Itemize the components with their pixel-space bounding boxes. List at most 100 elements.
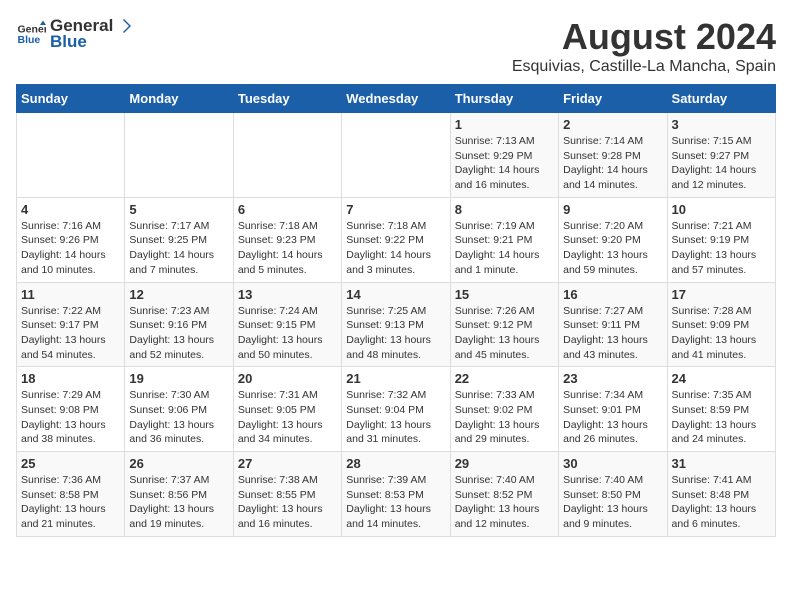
day-number: 13 <box>238 287 337 302</box>
calendar-cell: 8 Sunrise: 7:19 AM Sunset: 9:21 PM Daylig… <box>450 197 558 282</box>
calendar-cell: 1 Sunrise: 7:13 AM Sunset: 9:29 PM Daylig… <box>450 113 558 198</box>
day-number: 2 <box>563 117 662 132</box>
day-info: Sunrise: 7:20 AM Sunset: 9:20 PM Dayligh… <box>563 219 662 278</box>
calendar-week-2: 4Sunrise: 7:16 AM Sunset: 9:26 PM Daylig… <box>17 197 776 282</box>
day-number: 22 <box>455 371 554 386</box>
day-info: Sunrise: 7:33 AM Sunset: 9:02 PM Dayligh… <box>455 388 554 447</box>
day-info: Sunrise: 7:21 AM Sunset: 9:19 PM Dayligh… <box>672 219 771 278</box>
day-number: 12 <box>129 287 228 302</box>
day-number: 3 <box>672 117 771 132</box>
calendar-cell: 26Sunrise: 7:37 AM Sunset: 8:56 PM Dayli… <box>125 452 233 537</box>
calendar-cell: 7Sunrise: 7:18 AM Sunset: 9:22 PM Daylig… <box>342 197 450 282</box>
weekday-header-thursday: Thursday <box>450 85 558 113</box>
day-info: Sunrise: 7:14 AM Sunset: 9:28 PM Dayligh… <box>563 134 662 193</box>
day-info: Sunrise: 7:13 AM Sunset: 9:29 PM Dayligh… <box>455 134 554 193</box>
day-info: Sunrise: 7:29 AM Sunset: 9:08 PM Dayligh… <box>21 388 120 447</box>
day-number: 8 <box>455 202 554 217</box>
day-number: 27 <box>238 456 337 471</box>
calendar-cell: 28 Sunrise: 7:39 AM Sunset: 8:53 PM Dayli… <box>342 452 450 537</box>
day-info: Sunrise: 7:30 AM Sunset: 9:06 PM Dayligh… <box>129 388 228 447</box>
calendar-cell: 25Sunrise: 7:36 AM Sunset: 8:58 PM Dayli… <box>17 452 125 537</box>
calendar-cell: 31 Sunrise: 7:41 AM Sunset: 8:48 PM Dayli… <box>667 452 775 537</box>
calendar-cell: 3Sunrise: 7:15 AM Sunset: 9:27 PM Daylig… <box>667 113 775 198</box>
calendar-cell: 13 Sunrise: 7:24 AM Sunset: 9:15 PM Dayli… <box>233 282 341 367</box>
day-number: 9 <box>563 202 662 217</box>
calendar-cell: 23Sunrise: 7:34 AM Sunset: 9:01 PM Dayli… <box>559 367 667 452</box>
calendar-cell: 14Sunrise: 7:25 AM Sunset: 9:13 PM Dayli… <box>342 282 450 367</box>
day-info: Sunrise: 7:24 AM Sunset: 9:15 PM Dayligh… <box>238 304 337 363</box>
calendar-cell: 27 Sunrise: 7:38 AM Sunset: 8:55 PM Dayli… <box>233 452 341 537</box>
calendar-cell: 24 Sunrise: 7:35 AM Sunset: 8:59 PM Dayli… <box>667 367 775 452</box>
calendar-cell: 30 Sunrise: 7:40 AM Sunset: 8:50 PM Dayli… <box>559 452 667 537</box>
calendar-cell: 2 Sunrise: 7:14 AM Sunset: 9:28 PM Daylig… <box>559 113 667 198</box>
day-number: 10 <box>672 202 771 217</box>
weekday-header-friday: Friday <box>559 85 667 113</box>
calendar-cell <box>342 113 450 198</box>
main-title: August 2024 <box>512 16 776 58</box>
day-number: 18 <box>21 371 120 386</box>
calendar-cell <box>17 113 125 198</box>
weekday-header-wednesday: Wednesday <box>342 85 450 113</box>
day-info: Sunrise: 7:40 AM Sunset: 8:52 PM Dayligh… <box>455 473 554 532</box>
day-info: Sunrise: 7:22 AM Sunset: 9:17 PM Dayligh… <box>21 304 120 363</box>
logo-chevron-icon <box>115 17 133 35</box>
day-info: Sunrise: 7:34 AM Sunset: 9:01 PM Dayligh… <box>563 388 662 447</box>
weekday-header-sunday: Sunday <box>17 85 125 113</box>
day-number: 4 <box>21 202 120 217</box>
day-number: 6 <box>238 202 337 217</box>
day-number: 11 <box>21 287 120 302</box>
day-info: Sunrise: 7:19 AM Sunset: 9:21 PM Dayligh… <box>455 219 554 278</box>
calendar-cell <box>125 113 233 198</box>
day-number: 24 <box>672 371 771 386</box>
day-number: 21 <box>346 371 445 386</box>
subtitle: Esquivias, Castille-La Mancha, Spain <box>512 58 776 76</box>
calendar-cell: 6 Sunrise: 7:18 AM Sunset: 9:23 PM Daylig… <box>233 197 341 282</box>
day-info: Sunrise: 7:23 AM Sunset: 9:16 PM Dayligh… <box>129 304 228 363</box>
day-info: Sunrise: 7:26 AM Sunset: 9:12 PM Dayligh… <box>455 304 554 363</box>
day-number: 28 <box>346 456 445 471</box>
day-number: 25 <box>21 456 120 471</box>
day-info: Sunrise: 7:35 AM Sunset: 8:59 PM Dayligh… <box>672 388 771 447</box>
day-info: Sunrise: 7:41 AM Sunset: 8:48 PM Dayligh… <box>672 473 771 532</box>
calendar-cell: 15 Sunrise: 7:26 AM Sunset: 9:12 PM Dayli… <box>450 282 558 367</box>
weekday-header-tuesday: Tuesday <box>233 85 341 113</box>
day-info: Sunrise: 7:31 AM Sunset: 9:05 PM Dayligh… <box>238 388 337 447</box>
day-number: 15 <box>455 287 554 302</box>
day-number: 20 <box>238 371 337 386</box>
title-section: August 2024 Esquivias, Castille-La Manch… <box>512 16 776 76</box>
day-info: Sunrise: 7:40 AM Sunset: 8:50 PM Dayligh… <box>563 473 662 532</box>
day-number: 30 <box>563 456 662 471</box>
day-info: Sunrise: 7:17 AM Sunset: 9:25 PM Dayligh… <box>129 219 228 278</box>
calendar-week-1: 1 Sunrise: 7:13 AM Sunset: 9:29 PM Daylig… <box>17 113 776 198</box>
day-info: Sunrise: 7:27 AM Sunset: 9:11 PM Dayligh… <box>563 304 662 363</box>
day-info: Sunrise: 7:18 AM Sunset: 9:22 PM Dayligh… <box>346 219 445 278</box>
logo: General Blue General Blue <box>16 16 133 52</box>
weekday-header-monday: Monday <box>125 85 233 113</box>
calendar-cell: 5 Sunrise: 7:17 AM Sunset: 9:25 PM Daylig… <box>125 197 233 282</box>
calendar-week-5: 25Sunrise: 7:36 AM Sunset: 8:58 PM Dayli… <box>17 452 776 537</box>
day-info: Sunrise: 7:28 AM Sunset: 9:09 PM Dayligh… <box>672 304 771 363</box>
day-number: 29 <box>455 456 554 471</box>
calendar-cell: 21Sunrise: 7:32 AM Sunset: 9:04 PM Dayli… <box>342 367 450 452</box>
calendar-cell: 20 Sunrise: 7:31 AM Sunset: 9:05 PM Dayli… <box>233 367 341 452</box>
weekday-header-saturday: Saturday <box>667 85 775 113</box>
day-number: 26 <box>129 456 228 471</box>
calendar-cell: 9 Sunrise: 7:20 AM Sunset: 9:20 PM Daylig… <box>559 197 667 282</box>
day-info: Sunrise: 7:18 AM Sunset: 9:23 PM Dayligh… <box>238 219 337 278</box>
logo-icon: General Blue <box>16 19 46 49</box>
calendar-cell: 16 Sunrise: 7:27 AM Sunset: 9:11 PM Dayli… <box>559 282 667 367</box>
day-number: 31 <box>672 456 771 471</box>
weekday-header-row: SundayMondayTuesdayWednesdayThursdayFrid… <box>17 85 776 113</box>
calendar-cell: 12 Sunrise: 7:23 AM Sunset: 9:16 PM Dayli… <box>125 282 233 367</box>
day-number: 5 <box>129 202 228 217</box>
calendar-cell: 17Sunrise: 7:28 AM Sunset: 9:09 PM Dayli… <box>667 282 775 367</box>
calendar: SundayMondayTuesdayWednesdayThursdayFrid… <box>16 84 776 537</box>
day-info: Sunrise: 7:38 AM Sunset: 8:55 PM Dayligh… <box>238 473 337 532</box>
day-number: 1 <box>455 117 554 132</box>
calendar-cell: 10 Sunrise: 7:21 AM Sunset: 9:19 PM Dayli… <box>667 197 775 282</box>
calendar-header: SundayMondayTuesdayWednesdayThursdayFrid… <box>17 85 776 113</box>
day-number: 19 <box>129 371 228 386</box>
day-number: 16 <box>563 287 662 302</box>
day-info: Sunrise: 7:39 AM Sunset: 8:53 PM Dayligh… <box>346 473 445 532</box>
day-info: Sunrise: 7:25 AM Sunset: 9:13 PM Dayligh… <box>346 304 445 363</box>
